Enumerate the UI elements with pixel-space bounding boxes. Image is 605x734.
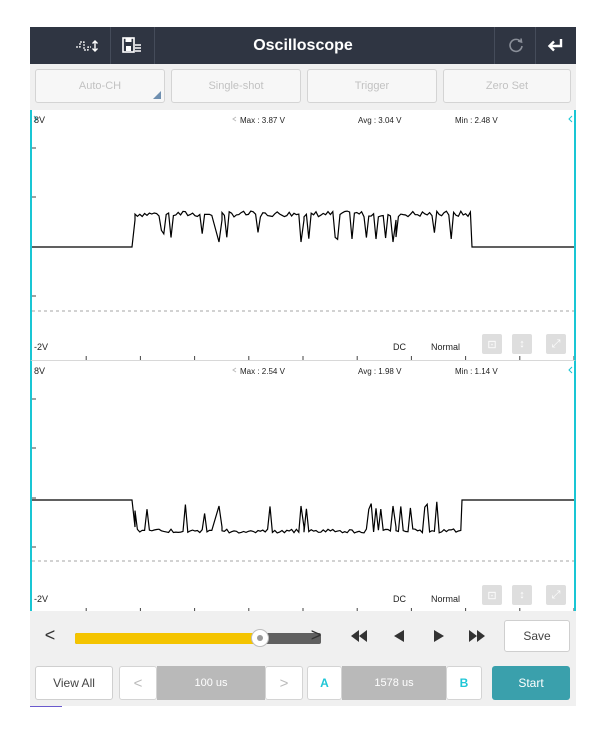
channel-2-scope[interactable]: 8V Max : 2.54 V Avg : 1.98 V Min : 1.14 … xyxy=(30,360,576,612)
cursor-a-button[interactable]: A xyxy=(307,666,342,700)
channel-2-mode: Normal xyxy=(431,594,461,604)
cursor-b-marker-icon xyxy=(568,366,573,374)
cursor-line-left xyxy=(30,706,62,707)
timebase-value: 100 us xyxy=(157,666,265,700)
channel-2-plot xyxy=(32,366,574,612)
function-toolbar: Auto-CH Single-shot Trigger Zero Set xyxy=(30,64,576,110)
single-shot-button[interactable]: Single-shot xyxy=(171,69,301,103)
step-back-icon[interactable] xyxy=(386,624,412,648)
channel-2-lock-icon[interactable]: ⊡ xyxy=(482,585,502,605)
axis-ticks xyxy=(32,398,574,612)
cursor-b-marker-icon xyxy=(568,115,573,123)
channel-2-vertical-scale-icon[interactable]: ↕ xyxy=(512,585,532,605)
axis-ticks xyxy=(32,147,574,360)
channel-2-min: Min : 1.14 V xyxy=(455,367,498,376)
channel-1-bottom-scale: -2V xyxy=(34,342,49,352)
timebase-next-button[interactable]: > xyxy=(265,666,303,700)
back-arrow-icon[interactable] xyxy=(538,27,574,64)
channel-2-waveform xyxy=(32,499,574,534)
channel-1-lock-icon[interactable]: ⊡ xyxy=(482,334,502,354)
timebase-prev-button[interactable]: < xyxy=(119,666,157,700)
dropdown-corner-icon xyxy=(153,91,161,99)
zero-set-label: Zero Set xyxy=(485,80,529,92)
channel-2-avg: Avg : 1.98 V xyxy=(358,367,402,376)
channel-2-expand-icon[interactable]: ⤢ xyxy=(546,585,566,605)
channel-1-expand-icon[interactable]: ⤢ xyxy=(546,334,566,354)
auto-ch-label: Auto-CH xyxy=(78,80,122,92)
channel-1-plot xyxy=(32,115,574,360)
channel-1-top-scale: 8V xyxy=(34,115,46,125)
channel-1-coupling: DC xyxy=(393,342,406,352)
trigger-label: Trigger xyxy=(354,80,390,92)
channel-1-waveform xyxy=(32,209,574,248)
position-slider[interactable] xyxy=(75,629,321,647)
channel-1-mode: Normal xyxy=(431,342,461,352)
view-all-button[interactable]: View All xyxy=(35,666,113,700)
header-separator xyxy=(535,27,536,64)
save-button[interactable]: Save xyxy=(504,620,570,652)
header-bar: Oscilloscope xyxy=(30,27,576,64)
trigger-button[interactable]: Trigger xyxy=(307,69,437,103)
bottom-bar: View All < 100 us > A 1578 us B Start xyxy=(30,661,576,706)
slider-fill xyxy=(75,633,260,644)
single-shot-label: Single-shot xyxy=(208,80,264,92)
header-separator xyxy=(494,27,495,64)
channel-2-coupling: DC xyxy=(393,594,406,604)
channel-1-avg: Avg : 3.04 V xyxy=(358,116,402,125)
scroll-left-icon xyxy=(232,367,237,373)
channel-1-scope[interactable]: 8V Max : 3.87 V Avg : 3.04 V Min : 2.48 … xyxy=(30,110,576,360)
slider-prev-button[interactable]: < xyxy=(38,623,62,647)
rewind-icon[interactable] xyxy=(346,624,372,648)
auto-ch-button[interactable]: Auto-CH xyxy=(35,69,165,103)
channel-2-bottom-scale: -2V xyxy=(34,594,49,604)
start-button[interactable]: Start xyxy=(492,666,570,700)
channel-2-top-scale: 8V xyxy=(34,366,46,376)
cursor-delta-value: 1578 us xyxy=(342,666,446,700)
fast-forward-icon[interactable] xyxy=(464,624,490,648)
slider-knob[interactable] xyxy=(250,629,269,647)
slider-next-button[interactable]: > xyxy=(304,623,328,647)
playback-controls: < > Save xyxy=(30,611,576,661)
channel-1-min: Min : 2.48 V xyxy=(455,116,498,125)
channel-1-vertical-scale-icon[interactable]: ↕ xyxy=(512,334,532,354)
zero-set-button[interactable]: Zero Set xyxy=(443,69,571,103)
refresh-icon[interactable] xyxy=(498,27,534,64)
channel-1-max: Max : 3.87 V xyxy=(240,116,285,125)
cursor-b-button[interactable]: B xyxy=(446,666,482,700)
channel-2-max: Max : 2.54 V xyxy=(240,367,285,376)
step-forward-icon[interactable] xyxy=(426,624,452,648)
scroll-left-icon xyxy=(232,116,237,122)
